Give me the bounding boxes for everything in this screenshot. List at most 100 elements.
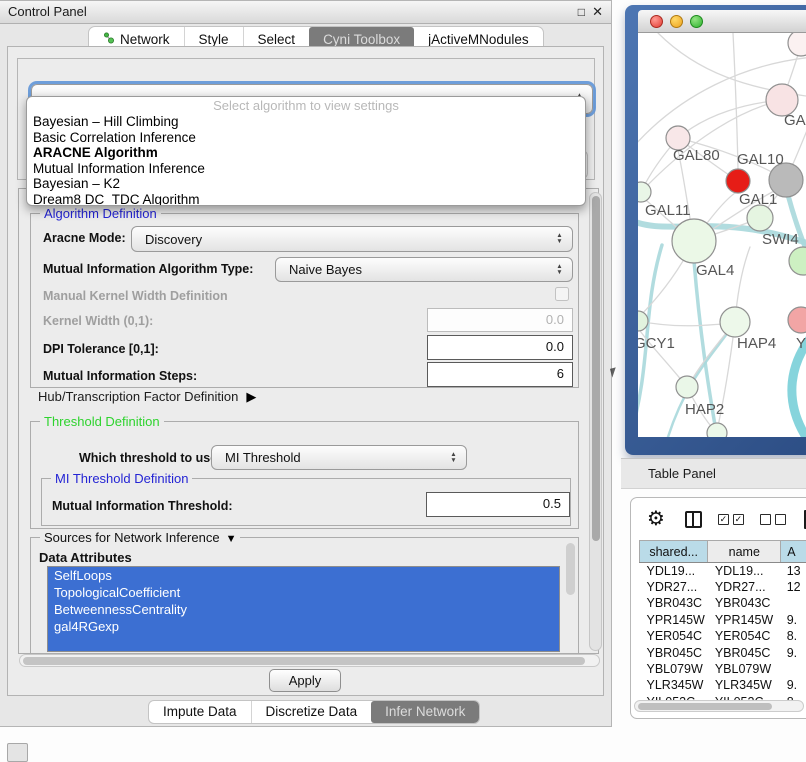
network-node-label: GAL4 xyxy=(696,262,734,279)
which-threshold-combobox[interactable]: MI Threshold xyxy=(211,445,467,470)
table-cell: 12 xyxy=(781,579,806,595)
close-window-button[interactable] xyxy=(650,15,663,28)
table-panel-title: Table Panel xyxy=(648,466,716,481)
network-node-label: Y xyxy=(796,335,806,352)
tab-discretize-data[interactable]: Discretize Data xyxy=(251,701,372,723)
table-row[interactable]: YDR27...YDR27...12 xyxy=(640,579,806,595)
attribute-list-item[interactable]: BetweennessCentrality xyxy=(48,601,559,618)
select-all-columns-icon[interactable]: ✓ ✓ xyxy=(718,514,744,525)
aracne-mode-combobox[interactable]: Discovery xyxy=(131,226,573,252)
scrollbar-thumb[interactable] xyxy=(23,657,585,665)
table-cell: YPR145W xyxy=(708,612,781,628)
table-row[interactable]: YBL079WYBL079W xyxy=(640,661,806,677)
table-row[interactable]: YER054CYER054C8. xyxy=(640,628,806,644)
table-row[interactable]: YLR345WYLR345W9. xyxy=(640,677,806,693)
table-cell: 9. xyxy=(781,644,806,660)
network-view-window[interactable]: GALGAL80GAL10GAL11GAL1SWI4GAL4GCY1HAP4YH… xyxy=(625,5,806,455)
algorithm-definition-legend: Algorithm Definition xyxy=(40,206,161,221)
deselect-all-columns-icon[interactable] xyxy=(760,514,786,525)
table-cell: YER054C xyxy=(640,628,708,644)
column-header-2[interactable]: name xyxy=(708,541,781,563)
table-horizontal-scrollbar[interactable] xyxy=(634,700,804,712)
network-node[interactable] xyxy=(720,307,750,337)
kernel-width-field[interactable]: 0.0 xyxy=(427,308,573,332)
mi-threshold-legend: MI Threshold Definition xyxy=(51,471,192,486)
network-node[interactable] xyxy=(726,169,750,193)
tab-impute-data[interactable]: Impute Data xyxy=(149,701,251,723)
settings-vertical-scrollbar[interactable] xyxy=(589,192,602,651)
tab-infer-network[interactable]: Infer Network xyxy=(371,701,479,723)
checked-checkbox-icon: ✓ xyxy=(733,514,744,525)
scrollbar-thumb[interactable] xyxy=(638,703,772,710)
combo-stepper-icon xyxy=(448,452,459,464)
table-cell: YBR043C xyxy=(708,595,781,611)
table-cell: 9. xyxy=(781,677,806,693)
manual-kernel-checkbox[interactable] xyxy=(555,287,569,301)
float-panel-icon[interactable]: □ xyxy=(578,1,585,23)
table-cell: YBR043C xyxy=(640,595,708,611)
collapse-arrow-icon[interactable]: ▼ xyxy=(226,533,237,545)
network-window-titlebar[interactable] xyxy=(638,10,806,33)
apply-button[interactable]: Apply xyxy=(269,669,341,692)
network-node-label: HAP2 xyxy=(685,401,724,418)
algorithm-option[interactable]: Bayesian – K2 xyxy=(27,176,585,192)
network-node[interactable] xyxy=(672,219,716,263)
table-cell: 9. xyxy=(781,612,806,628)
mi-type-value: Naive Bayes xyxy=(289,262,362,277)
minimize-window-button[interactable] xyxy=(670,15,683,28)
network-node-label: SWI4 xyxy=(762,231,799,248)
table-row[interactable]: YBR043CYBR043C xyxy=(640,595,806,611)
manual-kernel-label: Manual Kernel Width Definition xyxy=(43,289,228,303)
mi-type-combobox[interactable]: Naive Bayes xyxy=(275,257,573,282)
network-node[interactable] xyxy=(788,33,806,56)
gear-icon[interactable]: ⚙ xyxy=(647,509,665,529)
algorithm-option[interactable]: Dream8 DC_TDC Algorithm xyxy=(27,192,585,207)
column-header-1[interactable]: shared... xyxy=(640,541,708,563)
algorithm-option[interactable]: Basic Correlation Inference xyxy=(27,130,585,146)
scrollbar-thumb[interactable] xyxy=(592,196,600,541)
scrollbar-thumb[interactable] xyxy=(566,543,575,595)
table-cell: YDR27... xyxy=(640,579,708,595)
dpi-tolerance-field[interactable]: 0.0 xyxy=(427,335,573,360)
algorithm-definition-group: Algorithm Definition Aracne Mode: Discov… xyxy=(30,213,579,388)
algorithm-dropdown-list: Bayesian – Hill ClimbingBasic Correlatio… xyxy=(27,114,585,206)
algorithm-option[interactable]: ARACNE Algorithm xyxy=(27,145,585,161)
hub-definition-expander[interactable]: Hub/Transcription Factor Definition ▶ xyxy=(38,389,256,405)
network-node[interactable] xyxy=(676,376,698,398)
network-node[interactable] xyxy=(747,205,773,231)
network-node-label: GAL1 xyxy=(739,191,777,208)
hub-definition-label: Hub/Transcription Factor Definition xyxy=(38,389,238,404)
table-row[interactable]: YPR145WYPR145W9. xyxy=(640,612,806,628)
table-row[interactable]: YBR045CYBR045C9. xyxy=(640,644,806,660)
table-row[interactable]: YDL19...YDL19...13 xyxy=(640,563,806,579)
attribute-list-item[interactable]: SelfLoops xyxy=(48,567,559,584)
network-canvas[interactable]: GALGAL80GAL10GAL11GAL1SWI4GAL4GCY1HAP4YH… xyxy=(638,33,806,437)
network-node-label: GCY1 xyxy=(638,335,675,352)
network-node[interactable] xyxy=(707,423,727,437)
attributes-scrollbar[interactable] xyxy=(566,541,575,619)
mi-threshold-field[interactable]: 0.5 xyxy=(426,492,570,517)
attribute-list-item[interactable]: gal4RGexp xyxy=(48,618,559,635)
split-columns-icon[interactable] xyxy=(685,511,702,528)
table-cell: YPR145W xyxy=(640,612,708,628)
attribute-list-item[interactable]: TopologicalCoefficient xyxy=(48,584,559,601)
minimized-panel-icon[interactable] xyxy=(7,743,28,762)
expand-arrow-icon[interactable]: ▶ xyxy=(246,389,256,404)
zoom-window-button[interactable] xyxy=(690,15,703,28)
sources-legend[interactable]: Sources for Network Inference▼ xyxy=(40,530,240,545)
table-cell xyxy=(781,661,806,677)
close-panel-icon[interactable]: ✕ xyxy=(592,1,603,23)
settings-horizontal-scrollbar[interactable] xyxy=(19,654,600,667)
control-panel-window: Control Panel □ ✕ NetworkStyleSelectCyni… xyxy=(0,0,612,727)
column-header-3[interactable]: A xyxy=(781,541,806,563)
mi-steps-field[interactable]: 6 xyxy=(427,362,573,387)
network-node-label: GAL11 xyxy=(645,202,691,219)
aracne-mode-label: Aracne Mode: xyxy=(43,231,126,245)
checked-checkbox-icon: ✓ xyxy=(718,514,729,525)
algorithm-option[interactable]: Mutual Information Inference xyxy=(27,161,585,177)
network-node[interactable] xyxy=(788,307,806,333)
network-node[interactable] xyxy=(638,182,651,202)
network-node[interactable] xyxy=(789,247,806,275)
table-cell: YLR345W xyxy=(708,677,781,693)
algorithm-option[interactable]: Bayesian – Hill Climbing xyxy=(27,114,585,130)
